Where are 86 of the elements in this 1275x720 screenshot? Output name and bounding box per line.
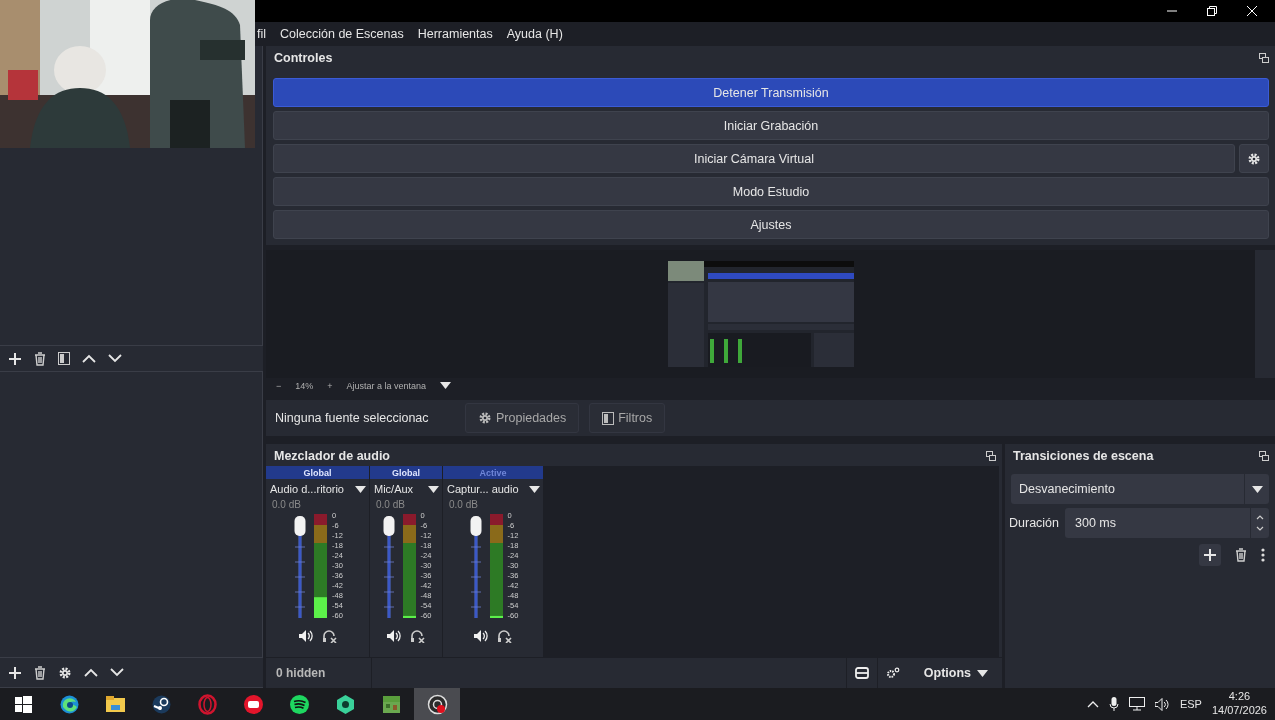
caret-icon[interactable] [977,669,988,677]
channel-name[interactable]: Audio d...ritorio [270,483,344,495]
volume-icon[interactable] [1154,697,1170,711]
microphone-icon[interactable] [1108,696,1119,712]
folder-icon [105,695,125,712]
menu-item[interactable]: fil [257,27,267,41]
add-icon[interactable] [1203,548,1217,562]
channel-name[interactable]: Captur... audio [447,483,519,495]
fit-window-option[interactable]: Ajustar a la ventana [346,380,427,391]
duration-label: Duración [1009,516,1060,530]
panel-title: Mezclador de audio [274,449,390,463]
filters-button[interactable]: Filtros [589,403,666,433]
undock-icon[interactable] [1259,53,1269,63]
caret-icon[interactable] [428,485,439,493]
chevron-down-icon[interactable] [110,668,124,677]
speaker-icon[interactable] [474,630,488,642]
dropdown-caret-icon[interactable] [440,382,452,389]
steam-icon [152,695,170,713]
volume-reading: 0.0 dB [448,498,479,510]
volume-reading: 0.0 dB [271,498,302,510]
transition-dropdown[interactable]: Desvanecimiento [1011,474,1269,504]
add-icon[interactable] [8,665,22,680]
hexagon-app-icon [336,694,354,714]
caret-icon[interactable] [529,485,540,493]
source-status: Ninguna fuente seleccionac [275,411,430,425]
add-icon[interactable] [8,351,22,366]
headphones-off-icon[interactable] [411,630,425,643]
undock-icon[interactable] [1259,451,1269,461]
menu-item[interactable]: Colección de Escenas [280,27,404,41]
menu-item[interactable]: Herramientas [417,27,493,41]
speaker-icon[interactable] [387,630,401,642]
app-icon [243,694,263,714]
zoom-in-button[interactable]: + [327,380,333,391]
control-button[interactable]: Detener Transmisión [273,78,1269,107]
restore-icon[interactable] [1207,6,1217,16]
zoom-level: 14% [295,380,314,391]
properties-button[interactable]: Propiedades [465,403,580,433]
ring-icon [197,693,217,715]
undock-icon[interactable] [986,451,996,461]
settings-icon[interactable] [478,411,492,425]
clock-time[interactable]: 4:26 [1228,690,1251,704]
gears-icon[interactable] [885,667,900,679]
trash-icon[interactable] [34,351,46,366]
filter-icon[interactable] [58,352,70,365]
channel-tag: Global [266,466,369,479]
channel-tag: Global [370,466,442,479]
chevron-up-icon[interactable] [82,354,96,363]
channel-name[interactable]: Mic/Aux [374,483,414,495]
settings-icon[interactable] [1247,151,1261,166]
control-button[interactable]: Modo Estudio [273,177,1269,206]
control-button[interactable]: Ajustes [273,210,1269,239]
control-button[interactable]: Iniciar Cámara Virtual [273,144,1235,173]
filter-icon [602,411,615,425]
headphones-off-icon[interactable] [322,630,337,643]
headphones-off-icon[interactable] [498,630,512,643]
chevron-up-icon[interactable] [1086,700,1099,708]
volume-reading: 0.0 dB [375,498,406,510]
menu-item[interactable]: Ayuda (H) [506,27,563,41]
panel-title: Controles [274,51,333,65]
layout-icon[interactable] [854,667,869,679]
trash-icon[interactable] [34,665,46,680]
duration-field[interactable]: 300 ms [1065,508,1269,538]
zoom-out-button[interactable]: − [276,380,282,391]
clock-date[interactable]: 14/07/2026 [1211,704,1267,718]
music-app-icon [289,694,309,714]
windows-logo-icon [14,695,32,713]
close-icon[interactable] [1247,6,1257,16]
browser-icon [60,695,78,713]
recorder-icon [427,694,447,714]
taskbar-app[interactable] [414,688,460,720]
chevron-down-icon[interactable] [108,354,122,363]
speaker-icon[interactable] [298,630,313,642]
settings-button[interactable] [1239,144,1269,173]
more-options-icon[interactable] [1261,548,1265,562]
chevron-up-icon[interactable] [84,668,98,677]
options-button[interactable]: Options [907,658,1002,688]
caret-icon[interactable] [355,485,366,493]
spinner-arrows-icon[interactable] [1256,513,1264,533]
channel-tag: Active [443,466,543,479]
settings-icon[interactable] [58,665,72,680]
caret-icon[interactable] [1251,485,1263,493]
block-icon [382,695,400,713]
trash-icon[interactable] [1235,548,1247,562]
panel-title: Transiciones de escena [1013,449,1154,463]
control-button[interactable]: Iniciar Grabación [273,111,1269,140]
language-indicator[interactable]: ESP [1179,698,1202,710]
